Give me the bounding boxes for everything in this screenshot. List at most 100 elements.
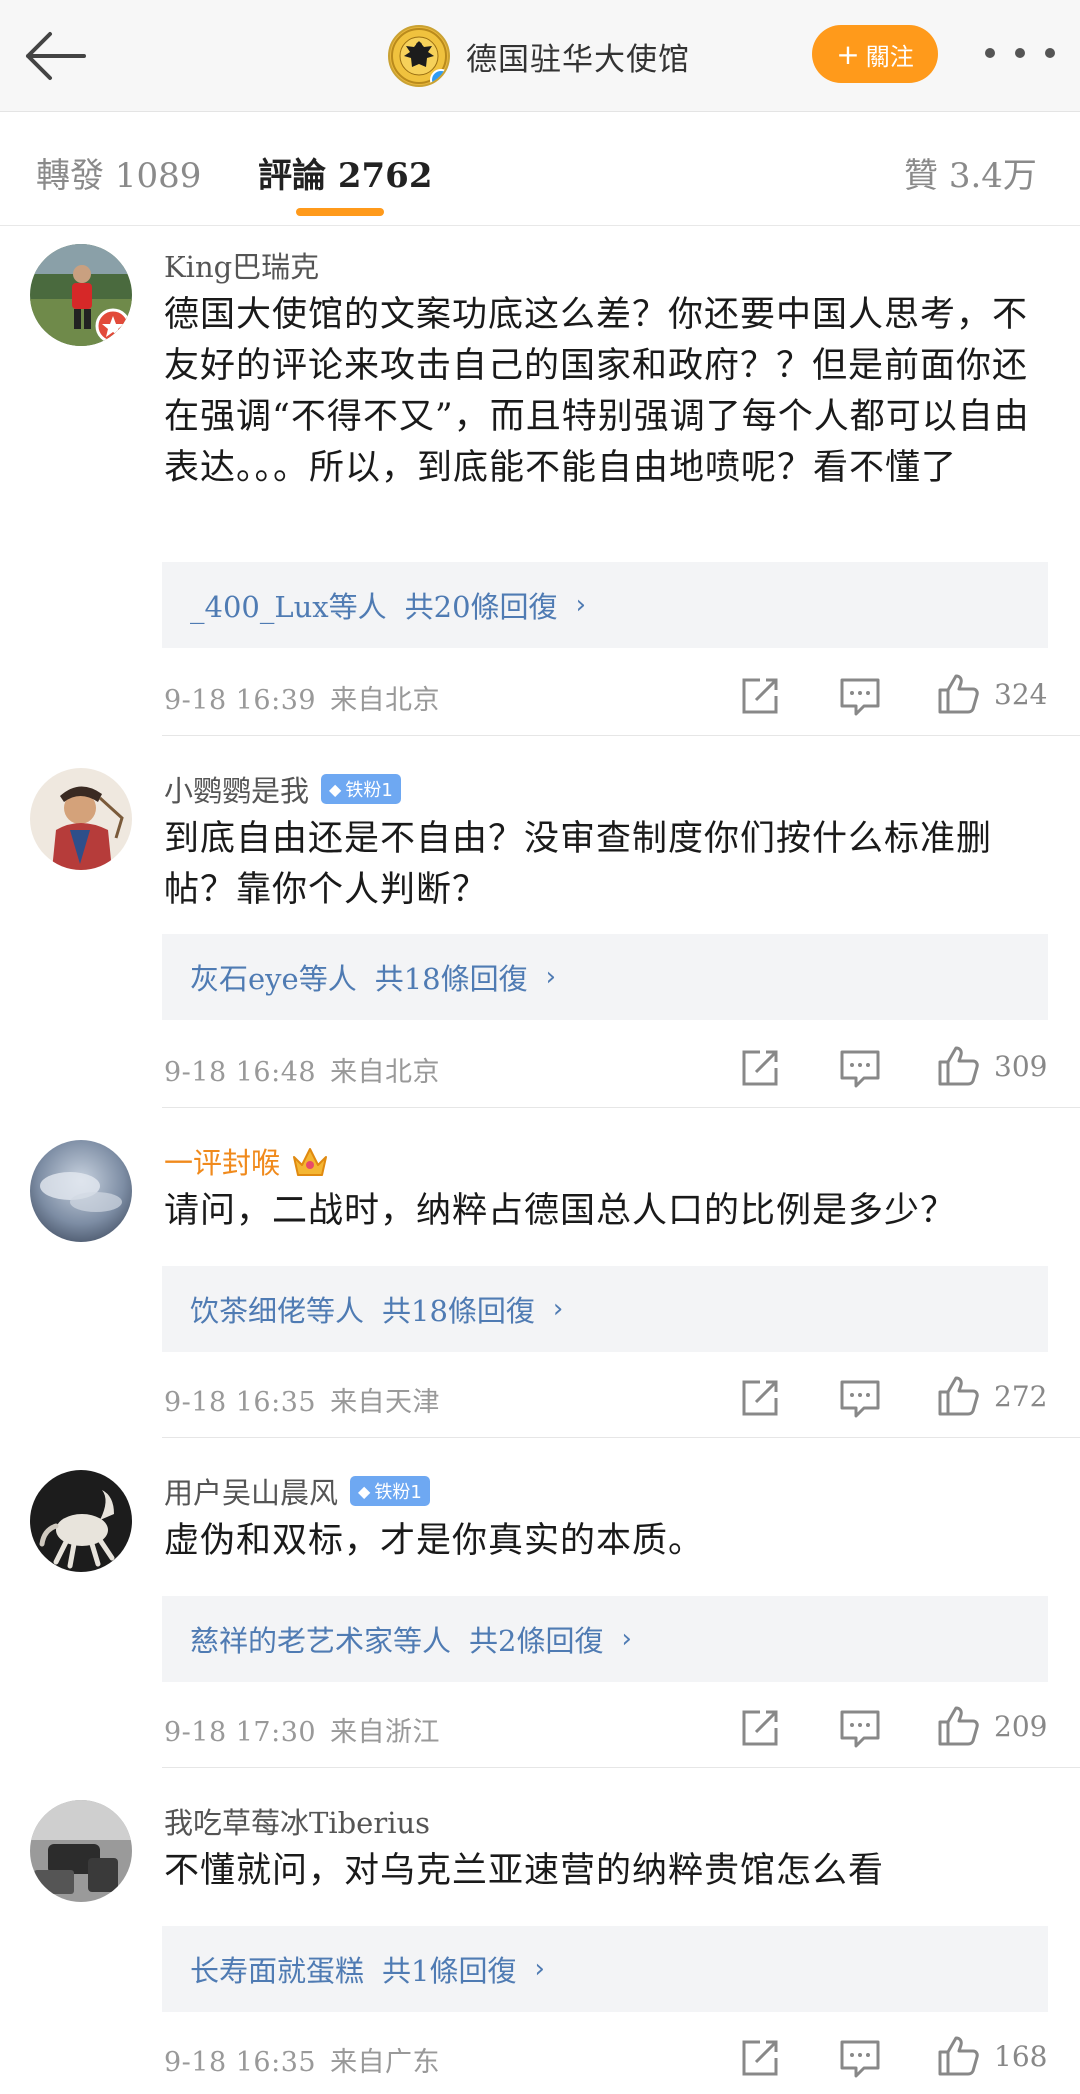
diamond-icon: ◆ (329, 779, 342, 799)
like-count: 272 (994, 1380, 1048, 1413)
reply-users: 慈祥的老艺术家等人 (190, 1624, 452, 1658)
chevron-right-icon: › (534, 1954, 545, 1984)
repost-button[interactable] (738, 1706, 782, 1750)
comment-icon (840, 1380, 880, 1418)
account-title-group[interactable]: ✓ 德国驻华大使馆 (388, 22, 690, 90)
reply-summary[interactable]: 灰石eye等人 共18條回復 › (162, 934, 1048, 1020)
comment-username[interactable]: 我吃草莓冰Tiberius (164, 1800, 430, 1842)
reply-count: 共20條回復 (404, 590, 558, 624)
comment-text: 到底自由还是不自由？没审查制度你们按什么标准删帖？靠你个人判断？ (164, 819, 993, 910)
comment-text: 请问，二战时，纳粹占德国总人口的比例是多少？ (164, 1191, 957, 1231)
avatar[interactable] (30, 1140, 132, 1242)
comment-time: 9-18 16:48 (164, 1057, 317, 1088)
comment-button[interactable] (838, 674, 882, 718)
comment-item: King巴瑞克 德国大使馆的文案功底这么差？你还要中国人思考，不友好的评论来攻击… (0, 226, 1080, 736)
reply-summary[interactable]: 饮茶细佬等人 共18條回復 › (162, 1266, 1048, 1352)
tab-likes[interactable]: 贊 3.4万 (904, 148, 1037, 197)
more-dots-icon (1015, 48, 1025, 58)
tab-likes-label: 贊 (904, 156, 938, 196)
comment-username[interactable]: 小鹦鹦是我 ◆ 铁粉1 (164, 768, 401, 810)
more-options-button[interactable] (985, 38, 1055, 68)
back-button[interactable] (20, 26, 90, 86)
like-icon (938, 674, 979, 714)
like-icon (938, 1046, 979, 1086)
repost-button[interactable] (738, 674, 782, 718)
fan-badge: ◆ 铁粉1 (321, 774, 401, 804)
repost-button[interactable] (738, 2036, 782, 2080)
comment-username[interactable]: King巴瑞克 (164, 244, 319, 286)
username-text: 我吃草莓冰Tiberius (164, 1806, 431, 1840)
fan-badge-label: 铁粉1 (345, 780, 393, 801)
comment-icon (840, 1050, 880, 1088)
like-count: 209 (994, 1710, 1048, 1743)
comment-source: 来自天津 (330, 1387, 441, 1418)
chevron-right-icon: › (545, 962, 557, 992)
reply-count: 共2條回復 (469, 1624, 604, 1658)
repost-icon (742, 1710, 778, 1746)
chevron-right-icon: › (621, 1624, 632, 1654)
repost-icon (742, 678, 778, 714)
user-avatar-image (30, 1470, 132, 1572)
comment-source: 来自浙江 (330, 1717, 441, 1748)
like-icon (938, 1376, 979, 1416)
comment-text: 虚伪和双标，才是你真实的本质。 (164, 1521, 705, 1561)
comment-username[interactable]: 用户吴山晨风 ◆ 铁粉1 (164, 1470, 430, 1512)
comment-button[interactable] (838, 1046, 882, 1090)
avatar[interactable] (30, 768, 132, 870)
like-icon (938, 1706, 979, 1746)
plus-icon: + (836, 37, 860, 71)
tab-bar: 轉發 1089 評論 2762 贊 3.4万 (0, 112, 1080, 226)
comment-icon (840, 1710, 880, 1748)
repost-icon (742, 2040, 778, 2076)
like-count: 168 (994, 2040, 1048, 2073)
weibo-comments-page: ✓ 德国驻华大使馆 + 關注 轉發 1089 評論 2762 贊 3.4万 Ki… (0, 0, 1080, 2094)
comment-button[interactable] (838, 1376, 882, 1420)
reply-users: _400_Lux等人 (190, 590, 387, 624)
like-button[interactable] (936, 1704, 980, 1748)
like-count: 309 (994, 1050, 1048, 1083)
comment-text: 德国大使馆的文案功底这么差？你还要中国人思考，不友好的评论来攻击自己的国家和政府… (164, 295, 1030, 488)
reply-users: 饮茶细佬等人 (190, 1294, 365, 1328)
reply-summary[interactable]: 长寿面就蛋糕 共1條回復 › (162, 1926, 1048, 2012)
follow-label: 關注 (865, 42, 914, 71)
like-button[interactable] (936, 1374, 980, 1418)
comment-meta: 9-18 17:30 来自浙江 (164, 1710, 440, 1749)
reply-users: 灰石eye等人 (190, 962, 357, 996)
back-arrow-icon (26, 32, 86, 80)
tab-likes-count: 3.4万 (948, 156, 1037, 196)
reply-users: 长寿面就蛋糕 (190, 1954, 365, 1988)
reply-summary[interactable]: 慈祥的老艺术家等人 共2條回復 › (162, 1596, 1048, 1682)
comment-item: 用户吴山晨风 ◆ 铁粉1 虚伪和双标，才是你真实的本质。 慈祥的老艺术家等人 共2… (0, 1438, 1080, 1768)
like-button[interactable] (936, 1044, 980, 1088)
reply-count: 共18條回復 (374, 962, 528, 996)
comment-source: 来自北京 (330, 685, 441, 716)
fan-badge-label: 铁粉1 (374, 1482, 422, 1503)
account-avatar: ✓ (388, 25, 450, 87)
like-count: 324 (994, 678, 1048, 711)
like-button[interactable] (936, 2034, 980, 2078)
avatar[interactable] (30, 1470, 132, 1572)
reply-summary[interactable]: _400_Lux等人 共20條回復 › (162, 562, 1048, 648)
like-button[interactable] (936, 672, 980, 716)
tab-comments[interactable]: 評論 2762 (258, 148, 432, 197)
active-tab-indicator (296, 208, 384, 216)
more-dots-icon (985, 48, 995, 58)
comment-username[interactable]: 一评封喉 (164, 1140, 330, 1182)
tab-reposts[interactable]: 轉發 1089 (36, 148, 201, 197)
reply-count: 共1條回復 (382, 1954, 517, 1988)
user-avatar-image (30, 244, 132, 346)
comment-button[interactable] (838, 2036, 882, 2080)
username-text: King巴瑞克 (164, 250, 320, 284)
verified-icon: ✓ (430, 69, 448, 85)
follow-button[interactable]: + 關注 (812, 25, 938, 83)
like-icon (938, 2036, 979, 2076)
comment-source: 来自广东 (330, 2047, 441, 2078)
comment-item: 小鹦鹦是我 ◆ 铁粉1 到底自由还是不自由？没审查制度你们按什么标准删帖？靠你个人… (0, 736, 1080, 1108)
repost-button[interactable] (738, 1046, 782, 1090)
comment-button[interactable] (838, 1706, 882, 1750)
user-avatar-image (30, 768, 132, 870)
comment-time: 9-18 16:35 (164, 2047, 317, 2078)
repost-button[interactable] (738, 1376, 782, 1420)
avatar[interactable] (30, 1800, 132, 1902)
avatar[interactable] (30, 244, 132, 346)
